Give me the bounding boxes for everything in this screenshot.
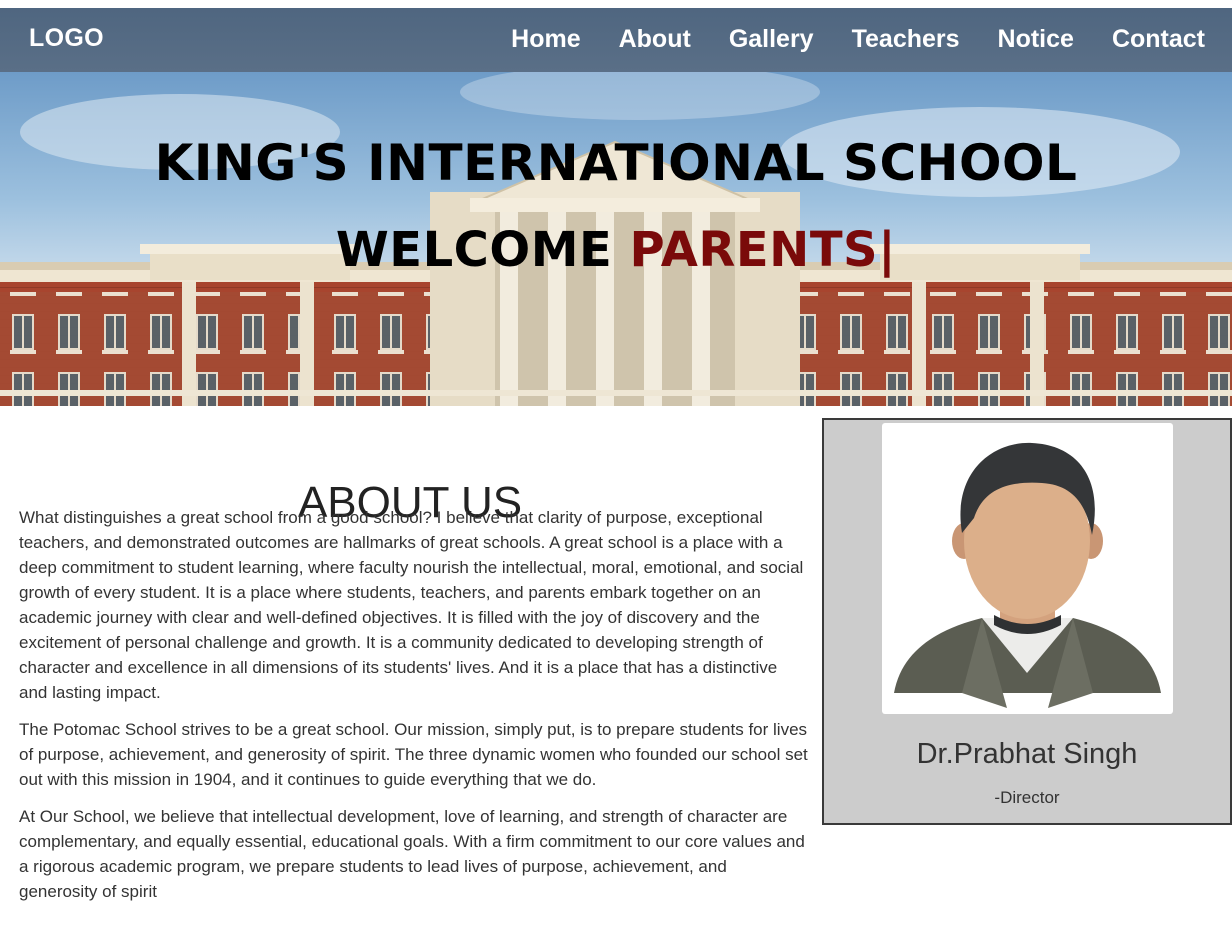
welcome-heading: WELCOME PARENTS| [0, 222, 1232, 278]
nav-about-link[interactable]: About [619, 25, 691, 54]
director-profile-card: Dr.Prabhat Singh -Director [822, 418, 1232, 825]
top-strip [0, 0, 1232, 8]
director-photo [882, 423, 1173, 714]
about-paragraph: What distinguishes a great school from a… [19, 508, 804, 702]
welcome-highlight: PARENTS| [629, 222, 897, 278]
director-role: -Director [994, 788, 1060, 807]
hero-banner: KING'S INTERNATIONAL SCHOOL WELCOME PARE… [0, 72, 1232, 406]
director-name: Dr.Prabhat Singh [916, 738, 1138, 770]
welcome-prefix: WELCOME [335, 222, 630, 278]
nav-contact-link[interactable]: Contact [1112, 25, 1205, 54]
nav-teachers-link[interactable]: Teachers [852, 25, 960, 54]
about-paragraph: The Potomac School strives to be a great… [19, 720, 808, 789]
nav-home-link[interactable]: Home [511, 25, 580, 54]
school-title: KING'S INTERNATIONAL SCHOOL [154, 134, 1078, 192]
person-avatar-icon [894, 442, 1161, 708]
logo[interactable]: LOGO [29, 24, 104, 53]
nav-notice-link[interactable]: Notice [998, 25, 1074, 54]
navbar: LOGO Home About Gallery Teachers Notice … [0, 8, 1232, 72]
about-us-text: What distinguishes a great school from a… [19, 505, 809, 916]
main-nav: Home About Gallery Teachers Notice Conta… [473, 25, 1205, 54]
nav-gallery-link[interactable]: Gallery [729, 25, 814, 54]
about-paragraph: At Our School, we believe that intellect… [19, 807, 805, 901]
